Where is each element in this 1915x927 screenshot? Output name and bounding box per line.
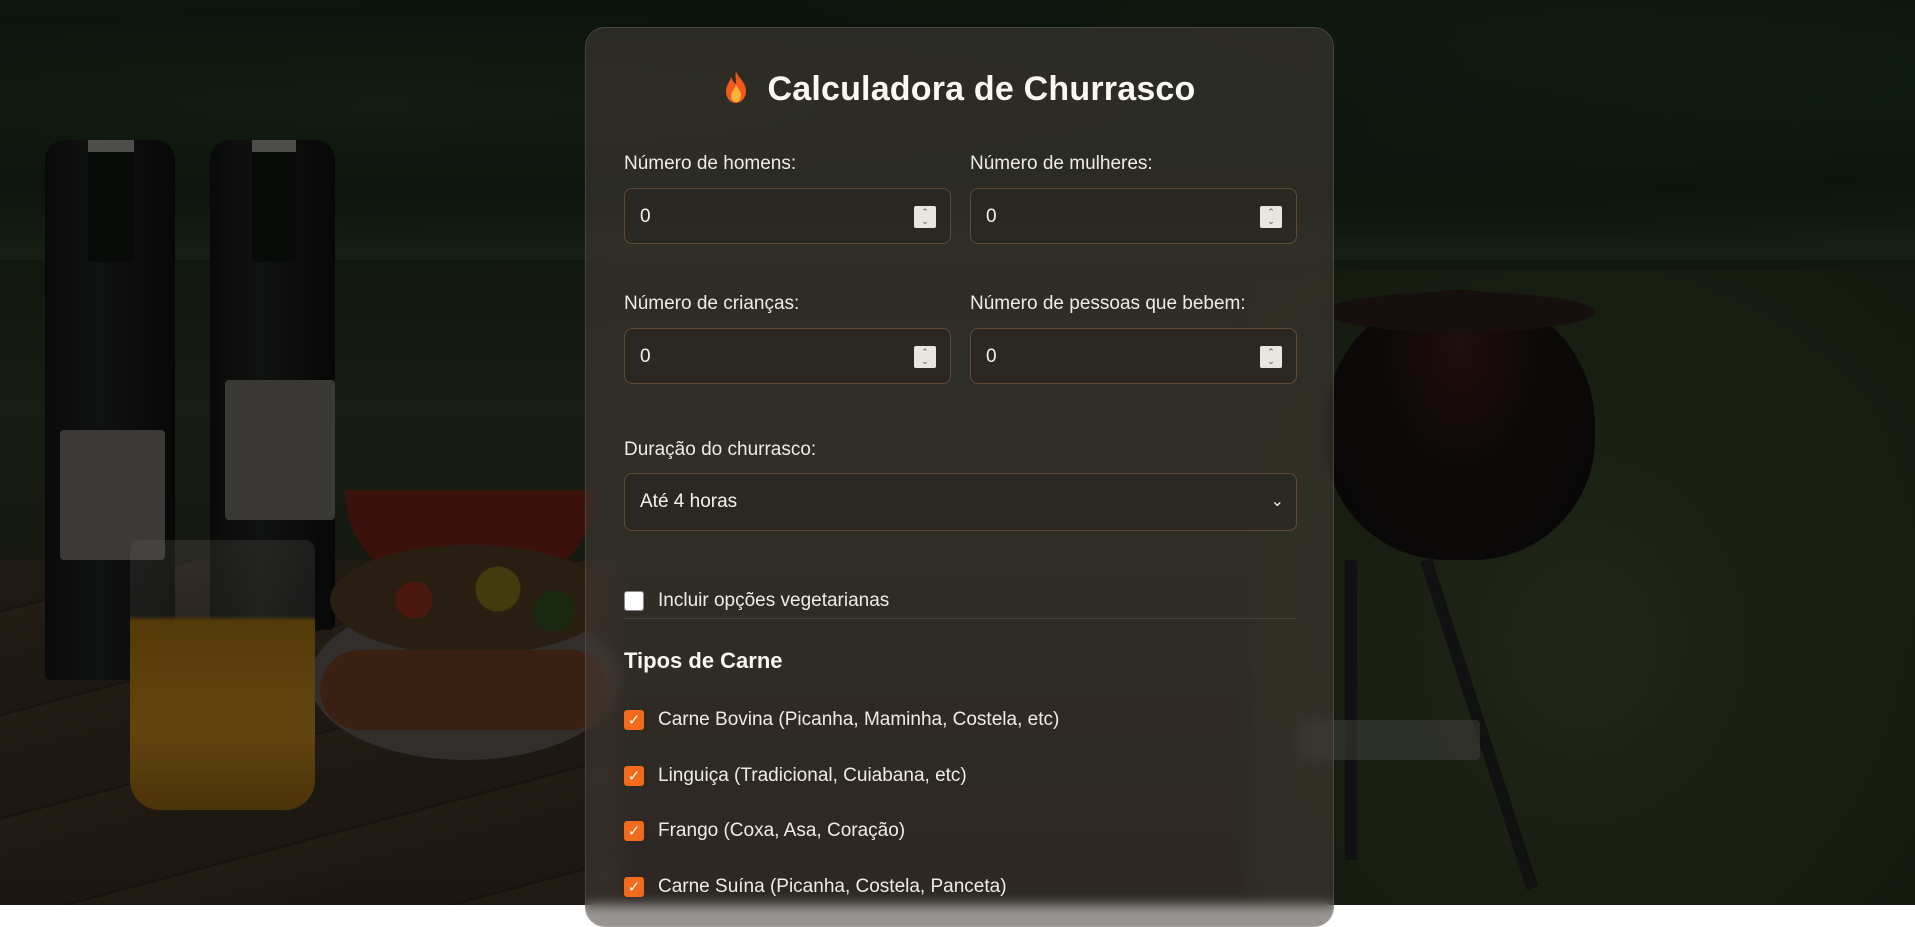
check-icon: ✓ — [627, 768, 641, 785]
chevron-down-icon: ⌄ — [1267, 356, 1275, 366]
chicken-checkbox[interactable]: ✓ — [624, 821, 644, 841]
children-input[interactable]: 0 ⌃ ⌄ — [624, 328, 951, 384]
drinkers-input[interactable]: 0 ⌃ ⌄ — [970, 328, 1297, 384]
vegetarian-option[interactable]: Incluir opções vegetarianas — [624, 590, 889, 612]
meat-option-label: Carne Bovina (Picanha, Maminha, Costela,… — [658, 709, 1060, 730]
drinkers-value: 0 — [986, 346, 997, 367]
duration-select[interactable]: Até 4 horas ⌄ — [624, 473, 1297, 531]
check-icon: ✓ — [627, 823, 641, 840]
calculator-card: Calculadora de Churrasco Número de homen… — [585, 27, 1334, 927]
chevron-down-icon: ⌄ — [1267, 216, 1275, 226]
meat-option-pork[interactable]: ✓ Carne Suína (Picanha, Costela, Panceta… — [624, 876, 1007, 898]
chevron-down-icon: ⌄ — [921, 216, 929, 226]
chevron-down-icon: ⌄ — [1270, 493, 1284, 510]
men-value: 0 — [640, 206, 651, 227]
women-value: 0 — [986, 206, 997, 227]
men-stepper[interactable]: ⌃ ⌄ — [914, 206, 936, 228]
sausage-checkbox[interactable]: ✓ — [624, 766, 644, 786]
pork-checkbox[interactable]: ✓ — [624, 877, 644, 897]
page-title: Calculadora de Churrasco — [586, 70, 1333, 109]
duration-label: Duração do churrasco: — [624, 439, 817, 460]
meat-option-label: Carne Suína (Picanha, Costela, Panceta) — [658, 876, 1007, 897]
check-icon: ✓ — [627, 712, 641, 729]
women-input[interactable]: 0 ⌃ ⌄ — [970, 188, 1297, 244]
meat-option-chicken[interactable]: ✓ Frango (Coxa, Asa, Coração) — [624, 820, 905, 842]
section-divider — [624, 618, 1297, 619]
drinkers-stepper[interactable]: ⌃ ⌄ — [1260, 346, 1282, 368]
page-title-text: Calculadora de Churrasco — [767, 70, 1196, 108]
fire-icon — [723, 70, 749, 104]
men-input[interactable]: 0 ⌃ ⌄ — [624, 188, 951, 244]
meat-option-sausage[interactable]: ✓ Linguiça (Tradicional, Cuiabana, etc) — [624, 765, 967, 787]
meat-section-title: Tipos de Carne — [624, 648, 783, 673]
drinkers-label: Número de pessoas que bebem: — [970, 293, 1246, 314]
men-label: Número de homens: — [624, 153, 797, 174]
children-label: Número de crianças: — [624, 293, 800, 314]
check-icon: ✓ — [627, 879, 641, 896]
children-stepper[interactable]: ⌃ ⌄ — [914, 346, 936, 368]
children-value: 0 — [640, 346, 651, 367]
women-stepper[interactable]: ⌃ ⌄ — [1260, 206, 1282, 228]
women-label: Número de mulheres: — [970, 153, 1153, 174]
vegetarian-label: Incluir opções vegetarianas — [658, 590, 890, 611]
meat-option-label: Linguiça (Tradicional, Cuiabana, etc) — [658, 765, 967, 786]
meat-option-label: Frango (Coxa, Asa, Coração) — [658, 820, 906, 841]
meat-option-beef[interactable]: ✓ Carne Bovina (Picanha, Maminha, Costel… — [624, 709, 1059, 731]
vegetarian-checkbox[interactable] — [624, 591, 644, 611]
duration-selected-value: Até 4 horas — [640, 491, 738, 512]
chevron-down-icon: ⌄ — [921, 356, 929, 366]
beef-checkbox[interactable]: ✓ — [624, 710, 644, 730]
